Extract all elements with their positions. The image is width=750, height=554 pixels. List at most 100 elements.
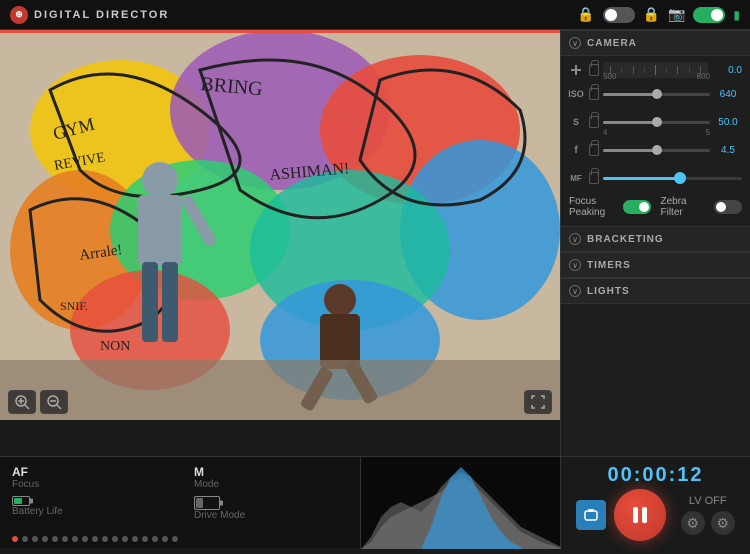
- recording-panel: 00:00:12 LV OFF: [560, 456, 750, 548]
- focus-peaking-label: Focus Peaking: [569, 196, 617, 218]
- aperture-thumb[interactable]: [652, 145, 662, 155]
- recording-top: 00:00:12: [567, 464, 744, 487]
- zebra-filter-toggle[interactable]: [714, 200, 742, 214]
- svg-text:NON: NON: [100, 339, 130, 354]
- iso-fill: [603, 93, 657, 96]
- shutter-thumb[interactable]: [652, 117, 662, 127]
- shutter-value: 50.0: [714, 117, 742, 128]
- top-toggle-2[interactable]: [693, 7, 725, 23]
- dots-row: [0, 530, 360, 548]
- iso-track: [603, 93, 710, 96]
- timers-section-header[interactable]: ∨ TIMERS: [561, 252, 750, 278]
- af-label: Focus: [12, 479, 184, 490]
- aperture-slider-container: 4 5: [603, 140, 710, 160]
- zebra-filter-label: Zebra Filter: [661, 196, 709, 218]
- dot-9: [92, 536, 98, 542]
- app-title: DIGITAL DIRECTOR: [34, 9, 169, 21]
- timers-chevron: ∨: [569, 259, 581, 271]
- aperture-lock[interactable]: [589, 144, 599, 156]
- lock-icon-2[interactable]: 🔒: [643, 6, 660, 23]
- zoom-in-button[interactable]: [8, 390, 36, 414]
- battery-label: Battery Life: [12, 506, 184, 517]
- ev-icon: [569, 63, 583, 77]
- pause-icon: [633, 507, 647, 523]
- ev-lock[interactable]: [589, 64, 599, 76]
- drive-mode-status: Drive Mode: [194, 496, 366, 521]
- drive-mode-label: Drive Mode: [194, 510, 366, 521]
- lights-section-header[interactable]: ∨ LIGHTS: [561, 278, 750, 304]
- statusbar: AF Focus M Mode Auto White Balance Batte…: [0, 456, 560, 548]
- mf-lock[interactable]: [589, 172, 599, 184]
- dot-1: [12, 536, 18, 542]
- dot-3: [32, 536, 38, 542]
- video-record-indicator: ▮: [733, 8, 740, 22]
- iso-lock[interactable]: [589, 88, 599, 100]
- mf-track: [603, 177, 742, 180]
- iso-icon: ISO: [569, 87, 583, 101]
- fullscreen-button[interactable]: [524, 390, 552, 414]
- recording-timer: 00:00:12: [607, 464, 703, 487]
- aperture-value: 4.5: [714, 145, 742, 156]
- aperture-min: 4: [603, 128, 607, 137]
- aperture-row: f 4 5 4.5: [561, 136, 750, 164]
- dot-11: [112, 536, 118, 542]
- dot-4: [42, 536, 48, 542]
- af-status: AF Focus: [12, 465, 184, 490]
- iso-min: 500: [603, 72, 616, 81]
- focus-peaking-toggle[interactable]: [623, 200, 651, 214]
- lights-chevron: ∨: [569, 285, 581, 297]
- mf-slider-container: [603, 168, 742, 188]
- focus-peaking-row: Focus Peaking Zebra Filter: [561, 192, 750, 222]
- iso-value: 640: [714, 89, 742, 100]
- dot-15: [152, 536, 158, 542]
- lock-icon[interactable]: 🔒: [577, 6, 594, 23]
- timers-section-title: TIMERS: [587, 260, 631, 271]
- dot-6: [62, 536, 68, 542]
- zoom-controls: [8, 390, 68, 414]
- dot-16: [162, 536, 168, 542]
- settings-button[interactable]: ⚙: [711, 511, 735, 535]
- aperture-icon: f: [569, 143, 583, 157]
- mf-thumb[interactable]: [674, 172, 686, 184]
- iso-thumb[interactable]: [652, 89, 662, 99]
- svg-text:SNIF.: SNIF.: [60, 299, 88, 313]
- dot-10: [102, 536, 108, 542]
- top-toggle-1[interactable]: [603, 7, 635, 23]
- mode-label: Mode: [194, 479, 366, 490]
- dot-14: [142, 536, 148, 542]
- zoom-out-button[interactable]: [40, 390, 68, 414]
- logo-icon: ⊕: [10, 6, 28, 24]
- gear-button[interactable]: ⚙: [681, 511, 705, 535]
- lights-section-title: LIGHTS: [587, 286, 630, 297]
- capture-button[interactable]: [576, 500, 606, 530]
- mf-fill: [603, 177, 679, 180]
- mf-row: MF: [561, 164, 750, 192]
- app-logo: ⊕ DIGITAL DIRECTOR: [10, 6, 169, 24]
- graffiti-art: GYM REVIVE BRING ASHIMAN! Arrale! SNIF. …: [0, 30, 560, 420]
- mode-status: M Mode: [194, 465, 366, 490]
- camera-icon[interactable]: 📷: [668, 6, 685, 23]
- mode-value: M: [194, 465, 366, 479]
- dot-2: [22, 536, 28, 542]
- camera-section-header[interactable]: ∨ CAMERA: [561, 30, 750, 56]
- dot-5: [52, 536, 58, 542]
- drive-mode-icon: [194, 496, 220, 510]
- recording-bottom: LV OFF ⚙ ⚙: [567, 489, 744, 541]
- shutter-lock[interactable]: [589, 116, 599, 128]
- battery-status: Battery Life: [12, 496, 184, 521]
- bracketing-section-header[interactable]: ∨ BRACKETING: [561, 226, 750, 252]
- mf-icon: MF: [569, 171, 583, 185]
- dot-8: [82, 536, 88, 542]
- iso-row: ISO 500 800 640: [561, 80, 750, 108]
- camera-content: 0.0 ISO 500 800 640 S: [561, 56, 750, 226]
- aperture-max: 5: [706, 128, 710, 137]
- right-panel: ⊟ 🔒 ∨ CAMERA: [560, 0, 750, 548]
- histogram: [360, 457, 560, 549]
- shutter-fill: [603, 121, 657, 124]
- camera-chevron: ∨: [569, 37, 581, 49]
- dot-13: [132, 536, 138, 542]
- battery-icon: [12, 496, 30, 506]
- lv-label: LV OFF: [689, 495, 727, 507]
- bracketing-chevron: ∨: [569, 233, 581, 245]
- record-pause-button[interactable]: [614, 489, 666, 541]
